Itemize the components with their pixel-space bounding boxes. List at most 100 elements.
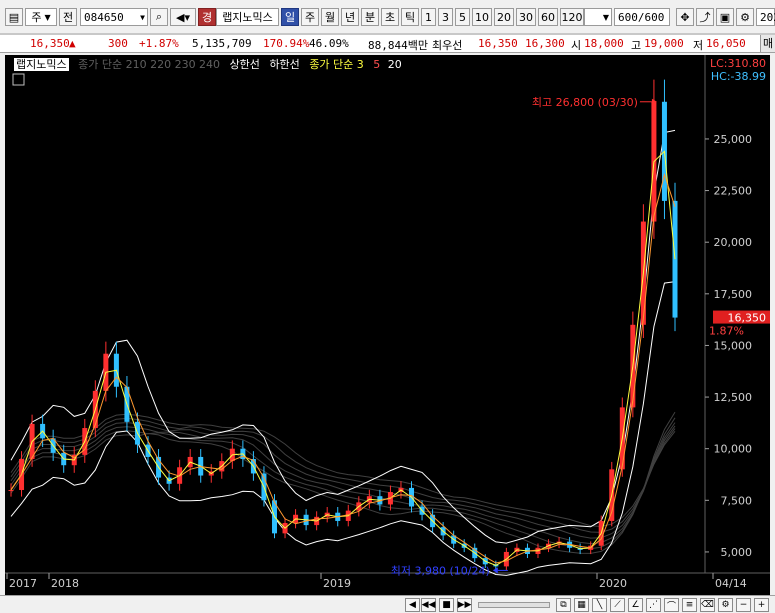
y-tick-label: 25,000 bbox=[714, 133, 753, 146]
hc-label: HC:-38.99 bbox=[711, 70, 766, 83]
chevron-down-icon: ▼ bbox=[140, 12, 145, 22]
low-annotation-label: 최저 3,980 (10/24) bbox=[391, 564, 490, 577]
period-month-button[interactable]: 월 bbox=[321, 8, 339, 26]
scroll-far-left-button[interactable]: ◀◀ bbox=[421, 598, 436, 612]
chart-layout-icon[interactable]: ▤ bbox=[5, 8, 23, 26]
interval-custom-input[interactable]: ▼ bbox=[584, 8, 612, 26]
legend-lower-limit[interactable]: 하한선 bbox=[269, 58, 299, 71]
market-type-select[interactable]: 주 ▼ bbox=[25, 8, 57, 26]
x-tick-label: 2019 bbox=[323, 577, 351, 590]
interval-120-button[interactable]: 120 bbox=[560, 8, 584, 26]
interval-60-button[interactable]: 60 bbox=[538, 8, 558, 26]
speaker-icon[interactable]: ◀▾ bbox=[170, 8, 196, 26]
draw-line-icon[interactable]: ╲ bbox=[592, 598, 607, 612]
legend-ma-long[interactable]: 종가 단순 210 220 230 240 bbox=[78, 58, 220, 71]
legend-stock[interactable]: 랩지노믹스 bbox=[14, 58, 69, 71]
zoom-in-button[interactable]: + bbox=[754, 598, 769, 612]
interval-1-button[interactable]: 1 bbox=[421, 8, 436, 26]
y-tick-label: 10,000 bbox=[714, 443, 753, 456]
y-tick-label: 7,500 bbox=[721, 494, 753, 507]
gear-icon[interactable]: ⚙ bbox=[736, 8, 754, 26]
search-icon[interactable]: ⌕ bbox=[150, 8, 168, 26]
period-week-button[interactable]: 주 bbox=[301, 8, 319, 26]
ma-5-line bbox=[10, 172, 676, 564]
scroll-far-right-button[interactable]: ▶▶ bbox=[457, 598, 472, 612]
turnover-ratio: 46.09% bbox=[309, 37, 349, 50]
order-side-tab[interactable]: 매 bbox=[760, 35, 775, 52]
long-ma-line bbox=[10, 411, 676, 554]
preferred-quote-label: 최우선 bbox=[432, 39, 463, 52]
warning-tag: 경 bbox=[198, 8, 216, 26]
draw-fib-icon[interactable]: ≡ bbox=[682, 598, 697, 612]
period-second-button[interactable]: 초 bbox=[381, 8, 399, 26]
current-price-tag-label: 16,350 bbox=[728, 312, 767, 325]
candle-body bbox=[8, 489, 14, 491]
period-minute-button[interactable]: 분 bbox=[361, 8, 379, 26]
trend-icon[interactable]: ⤴ bbox=[696, 8, 714, 26]
chevron-down-icon: ▼ bbox=[602, 12, 609, 22]
interval-30-button[interactable]: 30 bbox=[516, 8, 536, 26]
save-icon[interactable]: ▣ bbox=[716, 8, 734, 26]
high-price: 19,000 bbox=[644, 37, 684, 50]
draw-trend-icon[interactable]: ⟋ bbox=[610, 598, 625, 612]
interval-3-button[interactable]: 3 bbox=[438, 8, 453, 26]
settings-icon[interactable]: ⚙ bbox=[718, 598, 733, 612]
draw-arc-icon[interactable]: ⌒ bbox=[664, 598, 679, 612]
count-value: 600 bbox=[618, 10, 638, 24]
count-input[interactable]: 600 /600 bbox=[614, 8, 670, 26]
eraser-icon[interactable]: ⌫ bbox=[700, 598, 715, 612]
chart-canvas[interactable]: 25,000 22,500 20,000 17,500 15,000 12,500 10,0… bbox=[5, 55, 771, 595]
bid-price: 16,300 bbox=[525, 37, 565, 50]
chart-scrollbar[interactable] bbox=[478, 602, 550, 608]
date-input[interactable]: 202 bbox=[756, 8, 775, 26]
zoom-out-button[interactable]: − bbox=[736, 598, 751, 612]
crosshair-icon[interactable]: ✥ bbox=[676, 8, 694, 26]
price-change-percent: +1.87% bbox=[139, 37, 179, 50]
candle-body bbox=[672, 200, 678, 318]
long-ma-line bbox=[10, 413, 676, 528]
stop-button[interactable]: ■ bbox=[439, 598, 454, 612]
period-day-button[interactable]: 일 bbox=[281, 8, 299, 26]
high-label: 고 bbox=[631, 39, 642, 52]
current-change-label: 1.87% bbox=[709, 325, 744, 338]
x-tick-label: 2017 bbox=[9, 577, 37, 590]
low-price: 16,050 bbox=[706, 37, 746, 50]
toolbar: ▤ 주 ▼ 전 084650 ▼ ⌕ ◀▾ 경 랩지노믹스 일 주 월 년 분 … bbox=[0, 0, 775, 34]
stock-code-input[interactable]: 084650 ▼ bbox=[80, 8, 148, 26]
chart-navigation-bar: ◀ ◀◀ ■ ▶▶ ⧉ ▦ ╲ ⟋ ∠ ⋰ ⌒ ≡ ⌫ ⚙ − + bbox=[0, 595, 775, 613]
toolbar-row: ▤ 주 ▼ 전 084650 ▼ ⌕ ◀▾ 경 랩지노믹스 일 주 월 년 분 … bbox=[0, 6, 775, 28]
period-tick-button[interactable]: 틱 bbox=[401, 8, 419, 26]
ask-price: 16,350 bbox=[478, 37, 518, 50]
y-tick-label: 22,500 bbox=[714, 185, 753, 198]
volume: 5,135,709 bbox=[192, 37, 252, 50]
market-type-value: 주 bbox=[31, 11, 42, 24]
draw-fan-icon[interactable]: ⋰ bbox=[646, 598, 661, 612]
y-tick-label: 12,500 bbox=[714, 391, 753, 404]
legend-upper-limit[interactable]: 상한선 bbox=[230, 58, 260, 71]
legend-ma-20[interactable]: 20 bbox=[388, 58, 402, 71]
legend-ma-short[interactable]: 종가 단순 3 bbox=[309, 58, 363, 71]
current-price: 16,350 bbox=[30, 37, 70, 50]
grid-icon[interactable]: ▦ bbox=[574, 598, 589, 612]
draw-angle-icon[interactable]: ∠ bbox=[628, 598, 643, 612]
y-tick-label: 20,000 bbox=[714, 236, 753, 249]
interval-20-button[interactable]: 20 bbox=[494, 8, 514, 26]
copy-icon[interactable]: ⧉ bbox=[556, 598, 571, 612]
price-chart[interactable]: 25,000 22,500 20,000 17,500 15,000 12,500 10,0… bbox=[5, 55, 771, 595]
period-year-button[interactable]: 년 bbox=[341, 8, 359, 26]
interval-5-button[interactable]: 5 bbox=[455, 8, 470, 26]
stock-code-value: 084650 bbox=[84, 10, 124, 24]
upper-limit-line bbox=[10, 129, 676, 544]
chart-legend: 랩지노믹스 종가 단순 210 220 230 240 상한선 하한선 종가 단… bbox=[14, 56, 408, 71]
prev-button[interactable]: 전 bbox=[59, 8, 77, 26]
price-change: 300 bbox=[108, 37, 128, 50]
count-total: /600 bbox=[637, 10, 665, 24]
scroll-left-button[interactable]: ◀ bbox=[405, 598, 420, 612]
chevron-down-icon: ▼ bbox=[44, 12, 51, 22]
x-tick-label: 2020 bbox=[599, 577, 627, 590]
interval-10-button[interactable]: 10 bbox=[472, 8, 492, 26]
volume-ratio: 170.94% bbox=[263, 37, 310, 50]
legend-ma-5[interactable]: 5 bbox=[373, 58, 380, 71]
quote-info-row: 16,350 ▲ 300 +1.87% 5,135,709 170.94% 46… bbox=[0, 34, 775, 53]
y-tick-label: 17,500 bbox=[714, 288, 753, 301]
